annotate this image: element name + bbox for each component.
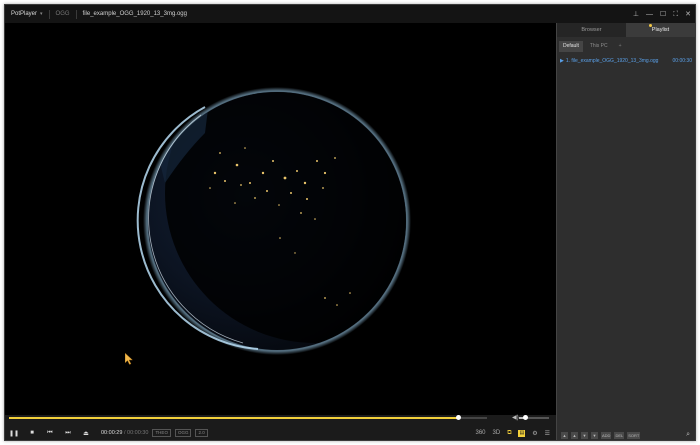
- subtitle-icon[interactable]: ▤: [518, 429, 526, 437]
- playlist-toolbar: ▲ ▲ ▼ ▼ ADD DEL SORT ⌕: [557, 428, 695, 440]
- move-down-button[interactable]: ▼: [581, 431, 588, 439]
- volume-icon[interactable]: ◀): [512, 414, 519, 421]
- seek-bar[interactable]: [9, 415, 487, 420]
- divider: [48, 9, 50, 19]
- subtab-this-pc[interactable]: This PC: [586, 41, 612, 52]
- window-controls: ⊥ — ☐ ⛶ ✕: [633, 5, 691, 23]
- total-time: 00:00:30: [127, 430, 149, 436]
- search-icon[interactable]: ⌕: [686, 431, 690, 439]
- video-area[interactable]: [5, 23, 556, 415]
- format-label: OGG: [55, 11, 70, 17]
- playing-icon: ▶: [560, 57, 564, 64]
- time-display: 00:00:29 / 00:00:30: [101, 430, 148, 436]
- file-title: file_example_OGG_1920_13_3mg.ogg: [82, 11, 187, 17]
- panel-tabs: Browser Playlist: [557, 23, 695, 37]
- current-time: 00:00:29: [101, 430, 123, 436]
- earth-video-frame: [136, 87, 411, 355]
- right-controls: 360 3D ⧉ ▤ ⚙ ☰: [476, 426, 550, 440]
- previous-button[interactable]: ⏮: [41, 430, 59, 437]
- tab-browser[interactable]: Browser: [557, 23, 626, 37]
- stop-button[interactable]: ■: [23, 430, 41, 436]
- move-bottom-button[interactable]: ▼: [591, 431, 598, 439]
- move-top-button[interactable]: ▲: [561, 431, 568, 439]
- vr-360-button[interactable]: 360: [476, 430, 486, 436]
- maximize-button[interactable]: ☐: [660, 11, 666, 18]
- seek-handle[interactable]: [456, 415, 462, 420]
- pause-button[interactable]: ❚❚: [5, 430, 23, 437]
- notification-dot: [649, 24, 652, 27]
- app-menu-button[interactable]: PotPlayer: [11, 11, 37, 17]
- pin-icon[interactable]: ⊥: [633, 11, 639, 18]
- menu-icon[interactable]: ☰: [545, 430, 550, 437]
- playlist-item-name: 1. file_example_OGG_1920_13_3mg.ogg: [565, 57, 659, 64]
- 3d-button[interactable]: 3D: [493, 430, 501, 436]
- playlist-item-duration: 00:00:30: [672, 57, 692, 64]
- volume-handle[interactable]: [523, 415, 528, 420]
- audio-codec-badge: OGG: [174, 429, 192, 437]
- add-button[interactable]: ADD: [601, 431, 612, 439]
- title-bar: PotPlayer ▾ OGG file_example_OGG_1920_13…: [5, 5, 695, 23]
- player-controls: ◀) ❚❚ ■ ⏮ ⏭ ⏏ 00:00:29 / 00:00:30 THEO O…: [5, 414, 556, 440]
- eject-icon[interactable]: ⏏: [77, 430, 95, 437]
- add-subtab-button[interactable]: +: [615, 41, 626, 52]
- minimize-button[interactable]: —: [646, 11, 653, 18]
- chevron-down-icon[interactable]: ▾: [40, 11, 43, 17]
- fullscreen-button[interactable]: ⛶: [673, 11, 678, 18]
- sort-button[interactable]: SORT: [627, 431, 641, 439]
- delete-button[interactable]: DEL: [614, 431, 625, 439]
- control-buttons: ❚❚ ■ ⏮ ⏭ ⏏ 00:00:29 / 00:00:30 THEO OGG …: [5, 426, 556, 440]
- divider: [75, 9, 77, 19]
- time-separator: /: [123, 430, 126, 436]
- close-button[interactable]: ✕: [685, 11, 691, 18]
- subtab-default[interactable]: Default: [559, 41, 583, 52]
- video-codec-badge: THEO: [152, 429, 171, 437]
- channels-badge: 2.0: [195, 429, 208, 437]
- playlist-item[interactable]: ▶ 1. file_example_OGG_1920_13_3mg.ogg 00…: [560, 56, 692, 65]
- playlist-subtabs: Default This PC +: [557, 41, 695, 52]
- capture-icon[interactable]: ⧉: [507, 430, 511, 437]
- volume-slider[interactable]: [519, 415, 549, 420]
- seek-bar-progress: [9, 417, 459, 419]
- tab-playlist[interactable]: Playlist: [626, 23, 695, 37]
- side-panel: Browser Playlist Default This PC + ▶ 1. …: [556, 23, 695, 440]
- playlist: ▶ 1. file_example_OGG_1920_13_3mg.ogg 00…: [557, 56, 695, 65]
- next-button[interactable]: ⏭: [59, 430, 77, 437]
- move-up-button[interactable]: ▲: [571, 431, 578, 439]
- potplayer-window: PotPlayer ▾ OGG file_example_OGG_1920_13…: [4, 4, 696, 441]
- mouse-cursor-icon: [125, 353, 133, 365]
- settings-gear-icon[interactable]: ⚙: [532, 430, 537, 437]
